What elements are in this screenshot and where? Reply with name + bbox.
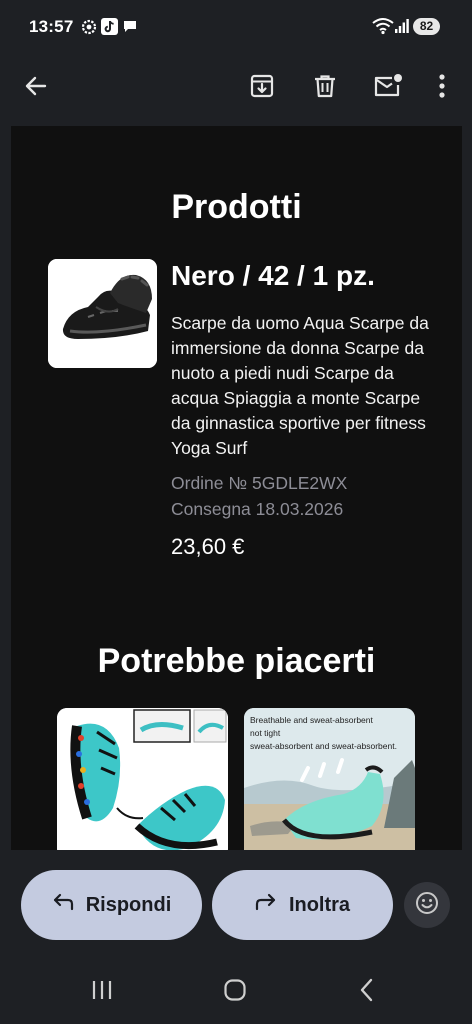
forward-button[interactable]: Inoltra <box>212 870 393 940</box>
order-number: Ordine № 5GDLE2WX <box>171 473 348 493</box>
archive-button[interactable] <box>244 70 280 106</box>
email-action-bar: Rispondi Inoltra <box>0 850 472 950</box>
back-nav-button[interactable] <box>347 976 387 1008</box>
status-time: 13:57 <box>29 17 74 36</box>
wifi-icon <box>372 17 394 40</box>
reply-button[interactable]: Rispondi <box>21 870 202 940</box>
chat-bubble-icon <box>122 18 138 39</box>
system-navigation-bar <box>0 960 472 1024</box>
more-vert-icon <box>438 73 446 104</box>
tiktok-icon <box>101 18 118 40</box>
more-options-button[interactable] <box>424 70 460 106</box>
home-icon <box>223 978 247 1007</box>
product-description: Scarpe da uomo Aqua Scarpe da immersione… <box>171 313 429 458</box>
emoji-reaction-button[interactable] <box>404 882 450 928</box>
delete-icon <box>312 73 338 104</box>
mark-unread-icon <box>373 73 403 104</box>
emoji-icon <box>414 890 440 921</box>
forward-icon <box>255 893 289 917</box>
recent-apps-button[interactable] <box>82 976 122 1008</box>
recommended-product-card[interactable] <box>57 708 228 850</box>
product-price: 23,60 € <box>171 534 245 559</box>
product-variant: Nero / 42 / 1 pz. <box>171 260 375 291</box>
delivery-date: Consegna 18.03.2026 <box>171 499 344 519</box>
mark-unread-button[interactable] <box>370 70 406 106</box>
recommended-product-card[interactable]: Breathable and sweat-absorbent not tight… <box>244 708 415 850</box>
back-arrow-icon <box>23 73 49 104</box>
home-button[interactable] <box>215 976 255 1008</box>
settings-icon <box>80 18 98 41</box>
recent-apps-icon <box>90 979 114 1006</box>
reply-icon <box>52 893 86 917</box>
reply-label: Rispondi <box>85 893 172 916</box>
back-button[interactable] <box>18 70 54 106</box>
delete-button[interactable] <box>307 70 343 106</box>
signal-icon <box>395 19 409 38</box>
products-heading: Prodotti <box>171 188 302 226</box>
archive-icon <box>249 73 275 104</box>
forward-label: Inoltra <box>288 893 351 916</box>
recommendations-heading: Potrebbe piacerti <box>97 642 376 680</box>
status-bar: 13:57 82 <box>0 0 472 54</box>
recommended-product-caption: Breathable and sweat-absorbent not tight… <box>250 715 397 751</box>
battery-indicator: 82 <box>413 18 440 35</box>
email-body: Prodotti Nero / 42 / 1 pz. Scarpe da uom… <box>11 126 462 850</box>
email-toolbar <box>0 54 472 124</box>
back-icon <box>359 978 375 1007</box>
recommended-product-image <box>57 708 228 850</box>
product-image[interactable] <box>48 259 157 368</box>
